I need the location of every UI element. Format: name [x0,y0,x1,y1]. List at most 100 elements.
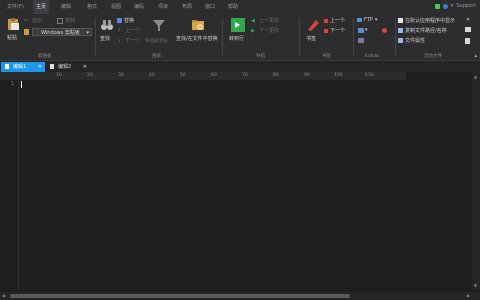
filter-icon [153,20,165,31]
find-in-files-button[interactable]: 查找/在文件中替换 [176,35,218,42]
properties-icon [398,38,403,43]
script-icon[interactable] [358,38,364,43]
ftp-icon [357,18,362,22]
navigation-group: 转到行 ◀ 上一更改 ▶ 下一更改 导航 [223,14,298,60]
support-label[interactable]: Support [456,3,476,9]
scroll-up-icon[interactable]: ▲ [474,74,477,79]
close-icon[interactable]: ✕ [83,62,87,72]
theme-icon[interactable] [434,3,440,9]
copy-button[interactable]: 复制 [57,17,75,24]
bookmarks-group: 书签 上一个 下一个 书签 [300,14,352,60]
clipboard-combo[interactable]: Windows 剪贴板 ▾ [32,28,92,36]
filter-clear-button[interactable]: 筛选器消除 [145,38,168,44]
scissors-icon: ✂ [24,17,29,24]
ruler-tick: 10 [56,73,62,78]
prev-change-button[interactable]: ◀ 上一更改 [251,17,279,25]
close-icon[interactable]: ✕ [466,17,470,23]
ruler-tick: 40 [149,73,155,78]
show-in-default-app-button[interactable]: 在默认应用程序中显示 [398,17,455,24]
menu-view[interactable]: 视图 [108,0,124,14]
stop-icon[interactable] [382,28,387,33]
search-group-label: 搜索 [152,54,161,59]
title-right-area: ▾ Support [434,3,476,9]
copy-path-button[interactable]: 复制文件路径/名称 [398,27,447,34]
scroll-right-icon[interactable]: ▶ [467,293,470,298]
folder-search-icon [192,20,204,30]
document-icon[interactable] [465,38,470,44]
search-group: 查找 替换 ↑ 上一个 ↓ 下一个 筛选器消除 查找/在文件中替换 搜索 [96,14,221,60]
editor-area[interactable] [0,80,472,290]
dropdown-icon[interactable]: ▾ [451,3,454,9]
scroll-left-icon[interactable]: ◀ [2,293,5,298]
menu-window[interactable]: 窗口 [202,0,218,14]
ribbon: 粘贴 ✂ 剪切 复制 Windows 剪贴板 ▾ 剪贴板 查找 替换 ↑ 上一个 ↓… [0,14,480,61]
tab-label: 编辑2 [58,64,72,70]
arrow-up-icon: ↑ [117,27,122,34]
ruler-tick: 70 [242,73,248,78]
vertical-scrollbar[interactable]: ▲ ▼ [472,72,480,290]
column-ruler: 10 20 30 40 50 60 70 80 90 100 110 [0,72,406,80]
clipboard-group-label: 剪贴板 [38,54,52,59]
scroll-down-icon[interactable]: ▼ [474,283,477,288]
menu-file[interactable]: 文件(F) [4,0,27,14]
menu-layout[interactable]: 布局 [179,0,195,14]
replace-button[interactable]: 替换 [117,17,134,24]
document-icon [50,64,54,69]
bookmark-next-icon [324,28,328,33]
goto-line-button[interactable]: 转到行 [229,35,244,42]
horizontal-scrollbar[interactable]: ◀ ▶ [0,292,480,300]
next-bookmark-button[interactable]: 下一个 [324,27,345,34]
active-file-group-label: 活动文件 [424,54,442,59]
prev-bookmark-button[interactable]: 上一个 [324,17,345,24]
chevron-down-icon: ▾ [365,27,368,33]
extras-group: FTP ▾ ▾ Extras [354,14,394,60]
goto-line-icon [231,18,245,32]
menu-edit[interactable]: 编辑 [58,0,74,14]
document-tab-bar: 编辑1 ✕ 编辑2 ✕ [0,61,480,72]
help-icon[interactable] [442,3,448,9]
ruler-tick: 80 [273,73,279,78]
menu-format[interactable]: 格式 [84,0,100,14]
paste-button[interactable]: 粘贴 [7,34,17,41]
ruler-tick: 90 [304,73,310,78]
print-icon[interactable] [465,27,471,32]
menu-bar: 文件(F) 主页 编辑 格式 视图 编码 项目 布局 窗口 帮助 ▾ Suppo… [0,0,480,14]
arrow-down-icon: ↓ [117,37,122,44]
bookmark-icon [308,20,319,31]
replace-icon [117,18,122,23]
bookmarks-group-label: 书签 [322,54,331,59]
file-properties-button[interactable]: 文件属性 [398,37,425,44]
extras-group-label: Extras [365,54,380,59]
collapse-ribbon-icon[interactable]: ▴ [474,53,477,59]
arrow-right-icon: ▶ [251,27,255,34]
clipboard-icon [24,29,29,35]
find-button[interactable]: 查找 [100,35,110,42]
close-icon[interactable]: ✕ [38,62,42,72]
open-external-icon [398,18,403,23]
tab-edit2[interactable]: 编辑2 ✕ [46,62,90,72]
toggle-bookmark-button[interactable]: 书签 [306,35,316,42]
copy-icon [57,17,63,24]
ruler-tick: 110 [365,73,374,78]
tab-edit1[interactable]: 编辑1 ✕ [1,62,45,72]
chevron-down-icon: ▾ [374,17,378,23]
bookmark-prev-icon [324,18,328,23]
menu-encoding[interactable]: 编码 [131,0,147,14]
menu-home[interactable]: 主页 [33,0,50,14]
line-number-gutter [0,80,19,290]
menu-help[interactable]: 帮助 [225,0,241,14]
find-next-button[interactable]: ↓ 下一个 [117,37,140,45]
line-number: 1 [10,81,14,87]
find-prev-button[interactable]: ↑ 上一个 [117,27,140,35]
settings-icon[interactable] [358,28,364,33]
chevron-down-icon: ▾ [86,30,89,36]
clipboard-group: 粘贴 ✂ 剪切 复制 Windows 剪贴板 ▾ 剪贴板 [0,14,95,60]
ftp-button[interactable]: FTP ▾ [357,17,377,23]
ruler-tick: 50 [180,73,186,78]
cut-button[interactable]: ✂ 剪切 [24,17,42,25]
next-change-button[interactable]: ▶ 下一更改 [251,27,279,35]
horizontal-scroll-thumb[interactable] [10,294,350,298]
ruler-tick: 100 [334,73,343,78]
menu-project[interactable]: 项目 [155,0,171,14]
copy-path-icon [398,28,403,33]
